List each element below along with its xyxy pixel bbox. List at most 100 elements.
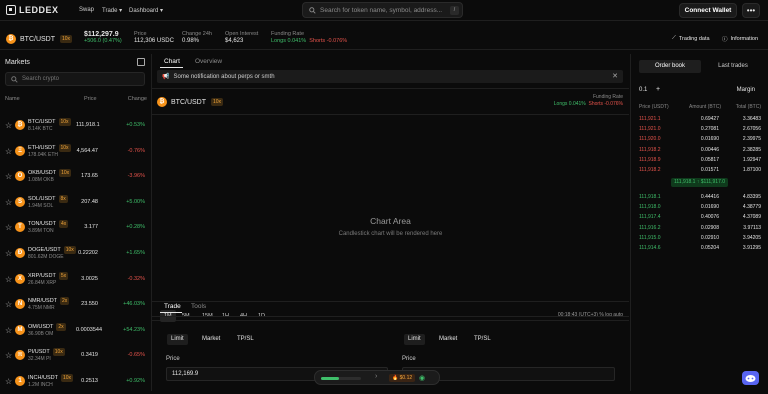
stat-value: 0.98% — [182, 38, 200, 44]
nav-link-swap[interactable]: Swap — [79, 7, 94, 13]
header-price: Price (USDT) — [639, 104, 669, 110]
star-icon[interactable]: ☆ — [5, 198, 12, 207]
market-row[interactable]: ☆ Ð DOGE/USDT 10x 801.62M DOGE 0.22202 +1.65% — [0, 241, 152, 266]
star-icon[interactable]: ☆ — [5, 377, 12, 386]
ask-row[interactable]: 111,918.9 0.05817 1.92947 — [631, 155, 768, 165]
leverage-badge: 10x — [58, 118, 71, 126]
chart-status[interactable]: 00:18:43 (UTC+3) % log auto — [558, 312, 623, 318]
ask-row[interactable]: 111,918.2 0.00446 2.38285 — [631, 145, 768, 155]
market-symbol: BTC/USDT 10x — [28, 118, 71, 126]
star-icon[interactable]: ☆ — [5, 326, 12, 335]
market-price: 0.2513 — [81, 378, 98, 384]
tab-last-trades[interactable]: Last trades — [703, 60, 763, 73]
order-amount: 0.27081 — [700, 126, 719, 133]
markets-search-input[interactable]: Search crypto — [5, 72, 145, 86]
market-symbol: INCH/USDT 10x — [28, 374, 74, 382]
global-search-input[interactable]: Search for token name, symbol, address..… — [302, 2, 463, 18]
progress-fill — [321, 377, 339, 380]
star-icon[interactable]: ☆ — [5, 172, 12, 181]
stat-label: Open Interest — [225, 31, 259, 37]
star-icon[interactable]: ☆ — [5, 275, 12, 284]
notification-text: Some notification about perps or smth — [173, 73, 275, 80]
ask-row[interactable]: 111,918.2 0.01571 1.87100 — [631, 165, 768, 175]
star-icon[interactable]: ☆ — [5, 351, 12, 360]
tab-order-book[interactable]: Order book — [639, 60, 701, 73]
tab-tools[interactable]: Tools — [191, 303, 206, 310]
market-row[interactable]: ☆ X XRP/USDT 5x 26.84M XRP 3.0025 -0.32% — [0, 267, 152, 292]
nav-link-trade[interactable]: Trade ▾ — [102, 7, 122, 14]
market-volume: 1.94M SOL — [28, 202, 54, 209]
tab-trade[interactable]: Trade — [164, 303, 181, 310]
ask-row[interactable]: 111,921.0 0.27081 2.67056 — [631, 124, 768, 134]
bid-row[interactable]: 111,918.1 0.44416 4.83395 — [631, 192, 768, 202]
market-symbol: XRP/USDT 5x — [28, 271, 69, 280]
bid-row[interactable]: 111,916.2 0.02908 3.97113 — [631, 223, 768, 233]
chevron-down-icon: ▾ — [119, 8, 123, 14]
brand-name: LEDDEX — [19, 5, 59, 15]
star-icon[interactable]: ☆ — [5, 121, 12, 130]
megaphone-icon: 📢 — [162, 74, 170, 80]
collapse-panel-icon[interactable] — [137, 58, 145, 66]
order-type-tpsl[interactable]: TP/SL — [470, 334, 495, 345]
star-icon[interactable]: ☆ — [5, 223, 12, 232]
header-price[interactable]: Price — [84, 96, 97, 102]
leverage-badge: 2x — [60, 297, 70, 306]
fee-badge[interactable]: 🔥 $0.12 — [389, 374, 416, 382]
order-type-market[interactable]: Market — [435, 334, 461, 345]
market-row[interactable]: ☆ 1 INCH/USDT 10x 1.2M INCH 0.2513 +0.92% — [0, 369, 152, 394]
order-type-limit[interactable]: Limit — [167, 334, 188, 345]
star-icon[interactable]: ☆ — [5, 300, 12, 309]
bid-row[interactable]: 111,914.6 0.05204 3.91295 — [631, 243, 768, 253]
market-volume: 1.08M OKB — [28, 177, 54, 184]
market-row[interactable]: ☆ T TON/USDT 4x 3.89M TON 3.177 +0.28% — [0, 215, 152, 240]
market-row[interactable]: ☆ S SOL/USDT 8x 1.94M SOL 207.48 +5.00% — [0, 190, 152, 215]
coin-icon: S — [15, 196, 25, 207]
discord-icon[interactable] — [742, 371, 759, 385]
margin-button[interactable]: Margin — [737, 87, 755, 93]
order-amount: 0.00446 — [700, 146, 719, 153]
market-symbol: TON/USDT 4x — [28, 220, 69, 229]
order-type-tpsl[interactable]: TP/SL — [233, 334, 258, 345]
order-amount: 0.40076 — [700, 214, 719, 221]
leverage-badge: 4x — [59, 220, 69, 229]
order-type-limit[interactable]: Limit — [404, 334, 425, 345]
header-name[interactable]: Name — [5, 96, 20, 102]
pair-selector[interactable]: ₿ BTC/USDT 10x — [6, 34, 73, 44]
star-icon[interactable]: ☆ — [5, 147, 12, 156]
connect-wallet-button[interactable]: Connect Wallet — [679, 3, 737, 18]
close-icon[interactable]: ✕ — [612, 72, 618, 80]
header-change[interactable]: Change — [128, 96, 147, 102]
more-menu-button[interactable]: ••• — [742, 3, 760, 18]
market-row[interactable]: ☆ π PI/USDT 10x 32.34M PI 0.3419 -0.65% — [0, 343, 152, 368]
order-total: 2.38285 — [742, 146, 761, 153]
star-icon[interactable]: ☆ — [5, 249, 12, 258]
coin-icon: M — [15, 324, 25, 335]
bid-row[interactable]: 111,918.0 0.01690 4.38779 — [631, 202, 768, 212]
market-row[interactable]: ☆ Ξ ETH/USDT 10x 178.04K ETH 4,564.47 -0.76% — [0, 139, 152, 164]
trading-data-link[interactable]: ⟋ Trading data — [672, 35, 710, 42]
order-price: 111,918.2 — [639, 146, 661, 153]
market-row[interactable]: ☆ N NMR/USDT 2x 4.75M NMR 23.550 +46.03% — [0, 292, 152, 317]
nav-link-dashboard[interactable]: Dashboard ▾ — [129, 7, 163, 14]
order-type-market[interactable]: Market — [198, 334, 224, 345]
stat-change-24h: Change 24h 0.98% — [182, 31, 212, 45]
market-row[interactable]: ☆ M OM/USDT 2x 36.90B OM 0.0003544 +54.23% — [0, 318, 152, 343]
order-amount: 0.02908 — [700, 224, 719, 231]
price-step-select[interactable]: 0.1 — [639, 87, 647, 93]
trading-data-label: Trading data — [678, 35, 710, 42]
market-change: +0.28% — [126, 224, 145, 231]
ask-row[interactable]: 111,921.1 0.69427 3.36483 — [631, 114, 768, 124]
bid-row[interactable]: 111,917.4 0.40076 4.37089 — [631, 212, 768, 222]
plus-icon[interactable]: + — [656, 86, 660, 93]
order-total: 1.92947 — [742, 156, 761, 163]
tab-overview[interactable]: Overview — [195, 58, 222, 65]
keyboard-shortcut-icon: / — [450, 6, 459, 15]
market-row[interactable]: ☆ ₿ BTC/USDT 10x 8.14K BTC 111,918.1 +0.53% — [0, 113, 152, 138]
brand-logo[interactable]: LEDDEX — [6, 5, 59, 15]
ask-row[interactable]: 111,920.0 0.01690 2.39975 — [631, 134, 768, 144]
tab-chart[interactable]: Chart — [164, 58, 180, 65]
information-link[interactable]: ⓘ Information — [722, 35, 758, 43]
market-row[interactable]: ☆ O OKB/USDT 10x 1.08M OKB 173.65 -3.96% — [0, 164, 152, 189]
bid-row[interactable]: 111,915.0 0.02910 3.94205 — [631, 233, 768, 243]
order-amount: 0.01571 — [700, 167, 719, 173]
